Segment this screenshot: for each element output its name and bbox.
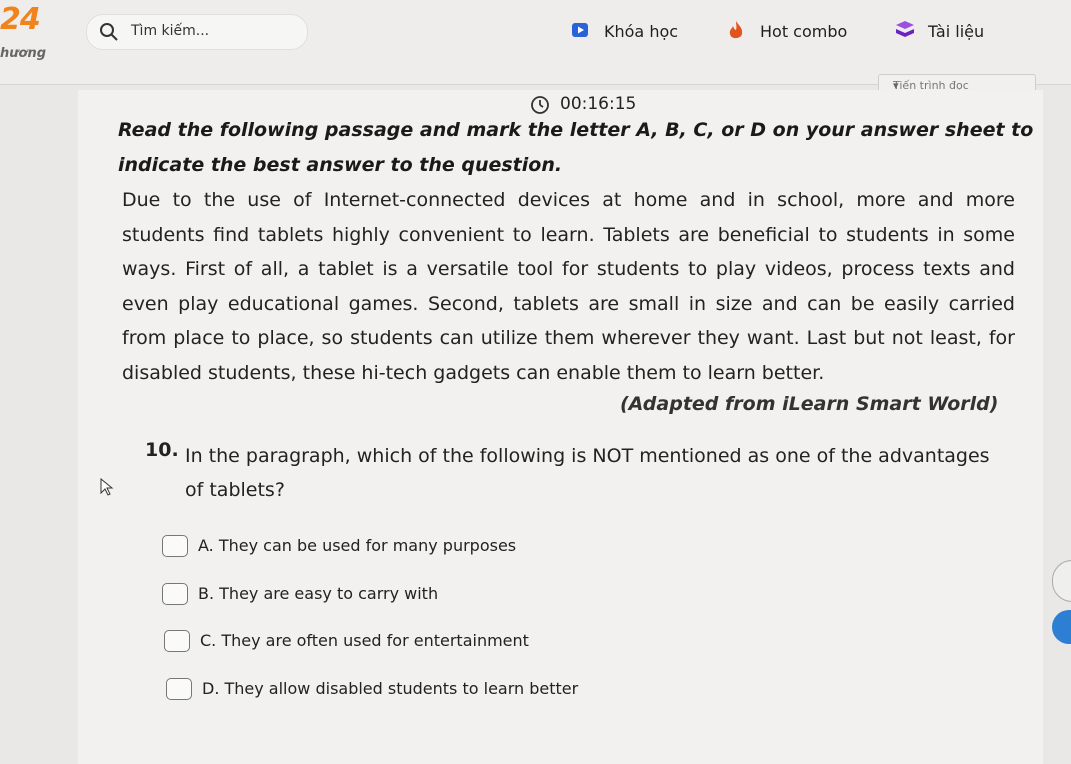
option-radio[interactable] (164, 630, 190, 652)
fire-icon (726, 20, 746, 46)
timer-value: 00:16:15 (560, 94, 637, 114)
option-label: B. They are easy to carry with (198, 584, 439, 603)
nav-tai-lieu[interactable]: Tài liệu (896, 21, 985, 41)
search-input[interactable]: Tìm kiếm... (131, 23, 209, 39)
search-box[interactable]: Tìm kiếm... (86, 14, 308, 50)
brand-subtitle: hương (0, 46, 47, 61)
passage-source: (Adapted from iLearn Smart World) (620, 393, 999, 415)
option-radio[interactable] (162, 583, 188, 605)
instruction-text: Read the following passage and mark the … (118, 119, 1034, 176)
nav-label: Tài liệu (928, 22, 985, 41)
top-navigation-bar: 24 hương Tìm kiếm... Khóa học Hot combo … (0, 0, 1071, 85)
option-label: D. They allow disabled students to learn… (202, 679, 579, 698)
play-icon (570, 20, 590, 44)
side-action-button[interactable] (1052, 610, 1071, 644)
search-icon (99, 22, 119, 46)
side-panel-toggle[interactable] (1052, 560, 1071, 602)
option-radio[interactable] (166, 678, 192, 700)
mouse-cursor-icon (100, 477, 114, 500)
question-number: 10. (145, 439, 179, 461)
nav-label: Hot combo (760, 22, 848, 41)
question-text: In the paragraph, which of the following… (185, 445, 990, 501)
option-radio[interactable] (162, 535, 188, 557)
nav-label: Khóa học (604, 22, 679, 41)
option-label: C. They are often used for entertainment (200, 631, 529, 650)
nav-hot-combo[interactable]: Hot combo (729, 21, 848, 41)
reading-passage: Due to the use of Internet-connected dev… (122, 189, 1015, 384)
nav-khoa-hoc[interactable]: Khóa học (572, 22, 679, 41)
site-logo[interactable]: 24 (0, 2, 41, 37)
book-icon (894, 20, 916, 44)
option-label: A. They can be used for many purposes (198, 536, 517, 555)
